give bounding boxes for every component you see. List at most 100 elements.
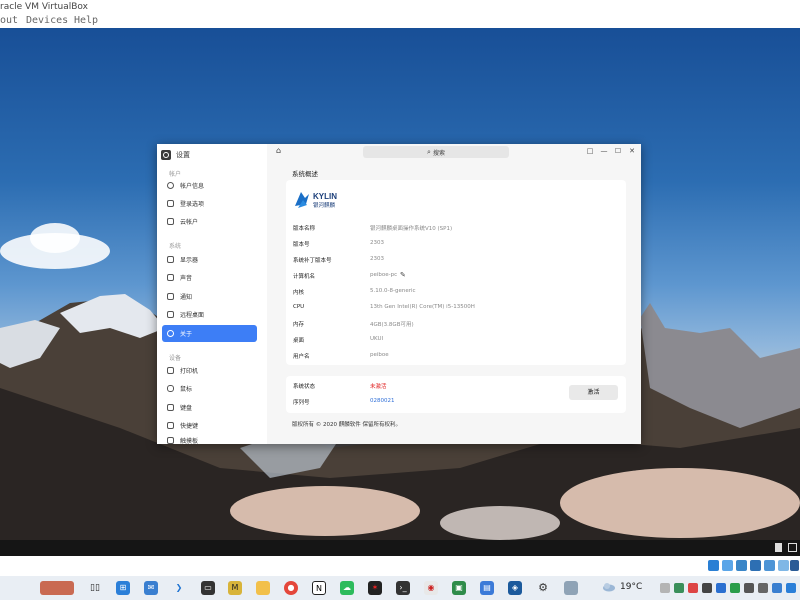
fullscreen-icon[interactable] <box>788 543 797 552</box>
docs-icon[interactable]: ▤ <box>480 581 494 595</box>
sidebar-item-notification[interactable]: 通知 <box>162 289 257 304</box>
minimize-button[interactable]: — <box>600 147 608 156</box>
network-icon[interactable] <box>750 560 761 571</box>
optical-drive-icon[interactable] <box>722 560 733 571</box>
hard-disk-icon[interactable] <box>708 560 719 571</box>
key-icon <box>167 200 174 207</box>
matlab-icon[interactable]: M <box>228 581 242 595</box>
monitor-icon <box>167 256 174 263</box>
cloud-bottom-1 <box>230 486 420 536</box>
maximize-button[interactable]: ☐ <box>614 147 622 156</box>
kylin-logo: KYLIN 银河麒麟 <box>295 192 337 209</box>
edit-pencil-icon[interactable]: ✎ <box>400 271 406 279</box>
weather-temperature[interactable]: 19°C <box>620 582 642 592</box>
home-icon[interactable]: ⌂ <box>276 147 284 155</box>
sidebar-item-mouse[interactable]: 鼠标 <box>162 381 257 396</box>
sidebar-item-printer[interactable]: 打印机 <box>162 363 257 378</box>
folder-icon[interactable] <box>256 581 270 595</box>
speaker-icon <box>167 274 174 281</box>
info-row-desktop: 桌面 UKUI <box>286 334 626 346</box>
search-placeholder: 搜索 <box>432 149 445 157</box>
serial-label: 序列号 <box>293 400 310 406</box>
serial-link[interactable]: 0280021 <box>370 398 395 404</box>
pycharm-icon[interactable]: ▣ <box>452 581 466 595</box>
app-misc-icon[interactable] <box>564 581 578 595</box>
sidebar-item-keyboard[interactable]: 键盘 <box>162 400 257 415</box>
info-value: 4GB(3.8GB可用) <box>370 322 414 328</box>
info-key: CPU <box>293 304 305 310</box>
console-icon[interactable]: ›_ <box>396 581 410 595</box>
sidebar-item-label: 打印机 <box>180 368 199 375</box>
vbox-titlebar: racle VM VirtualBox <box>0 0 800 14</box>
vbox-menubar: out Devices Help <box>0 14 800 28</box>
menu-devices[interactable]: Devices <box>26 14 68 28</box>
tray-icon-6[interactable] <box>730 583 740 593</box>
notion-icon[interactable]: N <box>312 581 326 595</box>
audio-icon[interactable] <box>736 560 747 571</box>
menu-about[interactable]: out <box>0 14 18 28</box>
sidebar-item-touchpad[interactable]: 触摸板 <box>162 436 257 444</box>
sidebar-item-account-info[interactable]: 帐户信息 <box>162 178 257 193</box>
sidebar-item-sound[interactable]: 声音 <box>162 270 257 285</box>
close-button[interactable]: ✕ <box>628 147 636 156</box>
qq-icon[interactable]: ◉ <box>424 581 438 595</box>
menu-button[interactable]: □ <box>586 147 594 156</box>
activate-button[interactable]: 激活 <box>569 385 618 400</box>
app-header: 设置 <box>161 148 190 162</box>
task-view-icon[interactable]: ▯▯ <box>88 581 102 595</box>
tray-icon-4[interactable] <box>702 583 712 593</box>
info-value: 银河麒麟桌面操作系统V10 (SP1) <box>370 226 453 232</box>
info-key: 系统补丁版本号 <box>293 258 332 264</box>
sidebar-item-remote-desktop[interactable]: 远程桌面 <box>162 307 257 322</box>
vbox-hostbar <box>0 556 800 576</box>
vscode-icon[interactable]: ❯ <box>172 581 186 595</box>
tray-icon-2[interactable] <box>674 583 684 593</box>
start-icon[interactable]: ⊞ <box>116 581 130 595</box>
info-row-computer-name: 计算机名 peiboe-pc ✎ <box>286 270 626 282</box>
sidebar-item-about[interactable]: 关于 <box>162 325 257 342</box>
settings-app-icon <box>161 150 171 160</box>
tray-icon-1[interactable] <box>660 583 670 593</box>
terminal-icon[interactable]: ▭ <box>201 581 215 595</box>
info-value: 13th Gen Intel(R) Core(TM) i5-13500H <box>370 304 475 310</box>
sidebar-item-login-options[interactable]: 登录选项 <box>162 196 257 211</box>
app-red-icon[interactable]: ✶ <box>368 581 382 595</box>
sidebar-item-display[interactable]: 显示器 <box>162 252 257 267</box>
app-title: 设置 <box>176 151 190 159</box>
menu-help[interactable]: Help <box>74 14 98 28</box>
sidebar-item-label: 关于 <box>180 331 193 338</box>
tray-icon-10[interactable] <box>786 583 796 593</box>
activation-card: 系统状态 未激活 序列号 0280021 激活 <box>286 376 626 413</box>
tray-icon-9[interactable] <box>772 583 782 593</box>
tray-icon-8[interactable] <box>758 583 768 593</box>
mail-icon[interactable]: ✉ <box>144 581 158 595</box>
virtualbox-icon[interactable]: ◈ <box>508 581 522 595</box>
thumbnail-icon[interactable] <box>40 581 74 595</box>
file-icon[interactable] <box>775 543 782 552</box>
gear-icon[interactable]: ⚙ <box>536 581 550 595</box>
sidebar-item-shortcuts[interactable]: 快捷键 <box>162 418 257 433</box>
settings-topbar: ⌂ ⌕ 搜索 □ — ☐ ✕ <box>267 144 641 160</box>
info-row-cpu: CPU 13th Gen Intel(R) Core(TM) i5-13500H <box>286 302 626 314</box>
tray-icon-7[interactable] <box>744 583 754 593</box>
system-info-card: KYLIN 银河麒麟 版本名称 银河麒麟桌面操作系统V10 (SP1) 版本号 … <box>286 180 626 365</box>
chrome-icon[interactable]: ● <box>284 581 298 595</box>
info-key: 内存 <box>293 322 305 328</box>
info-key: 用户名 <box>293 354 310 360</box>
info-value: peiboe <box>370 352 389 358</box>
sidebar-item-label: 帐户信息 <box>180 183 205 190</box>
copyright-text: 版权所有 © 2020 麒麟软件 保留所有权利。 <box>292 422 401 428</box>
usb-icon[interactable] <box>764 560 775 571</box>
info-key: 内核 <box>293 290 305 296</box>
tray-icon-3[interactable] <box>688 583 698 593</box>
info-key: 版本号 <box>293 242 310 248</box>
wechat-icon[interactable]: ☁ <box>340 581 354 595</box>
host-key-icon[interactable] <box>790 560 799 571</box>
info-key: 版本名称 <box>293 226 316 232</box>
info-icon <box>167 330 174 337</box>
shared-folder-icon[interactable] <box>778 560 789 571</box>
printer-icon <box>167 367 174 374</box>
sidebar-item-cloud-account[interactable]: 云帐户 <box>162 214 257 229</box>
search-input[interactable]: ⌕ 搜索 <box>363 146 509 158</box>
tray-icon-5[interactable] <box>716 583 726 593</box>
